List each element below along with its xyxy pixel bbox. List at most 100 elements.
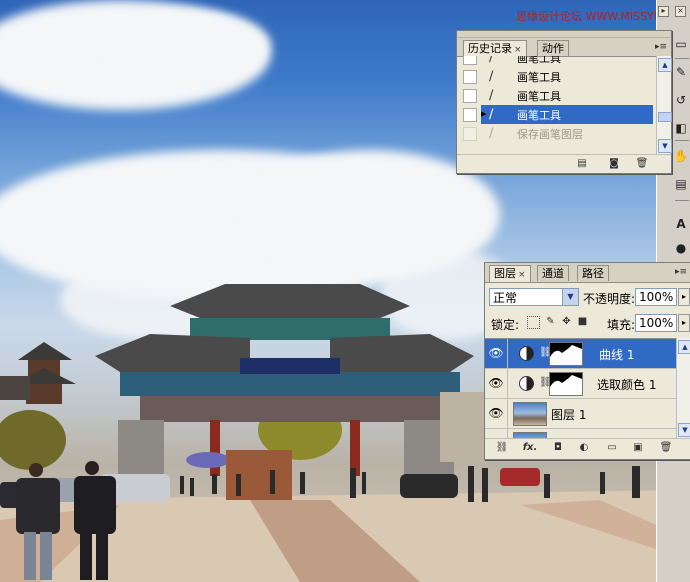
lock-pixels-icon[interactable]: ✎ (545, 316, 556, 327)
new-snapshot-icon[interactable]: ◙ (607, 158, 621, 170)
scroll-up-icon[interactable]: ▲ (678, 340, 690, 354)
snapshot-checkbox[interactable] (463, 70, 477, 84)
layer-comps-icon[interactable]: ▤ (673, 176, 689, 192)
layer-name[interactable]: 曲线 1 (599, 346, 634, 363)
brush-icon: ∕ (489, 56, 494, 65)
layers-tabs: 图层 × 通道 路径 ▸≡ (485, 263, 690, 283)
opacity-field[interactable]: 100% (635, 288, 677, 306)
tab-actions[interactable]: 动作 (537, 40, 569, 56)
trash-icon[interactable]: 🗑 (659, 442, 673, 454)
history-scrollbar[interactable]: ▲ ▼ (656, 56, 672, 154)
layer-name[interactable]: 选取颜色 1 (597, 376, 656, 393)
lock-row: 锁定: ✎ ✥ ■ 填充: 100% ▸ (485, 311, 690, 335)
scroll-thumb[interactable] (658, 112, 672, 122)
tree (0, 410, 66, 470)
brush-icon: ∕ (489, 88, 494, 103)
collapse-icon[interactable]: ▸ (658, 6, 669, 17)
selective-color-adjustment-icon (519, 376, 534, 391)
group-folder-icon[interactable]: ▭ (605, 442, 619, 454)
snapshot-checkbox[interactable] (463, 127, 477, 141)
history-footer: ▤ ◙ 🗑 (457, 154, 671, 173)
lock-position-icon[interactable]: ✥ (561, 316, 572, 327)
scroll-up-icon[interactable]: ▲ (658, 58, 672, 72)
layer-name[interactable]: 图层 1 (551, 406, 586, 423)
brush-icon: ∕ (489, 126, 494, 141)
history-item[interactable]: ∕ 画笔工具 (457, 56, 653, 67)
umbrella (186, 452, 230, 468)
snapshot-checkbox[interactable] (463, 56, 477, 65)
fill-label: 填充: (607, 318, 636, 332)
history-item[interactable]: ∕ 画笔工具 (457, 86, 653, 105)
brush-preset-icon[interactable]: ● (673, 240, 689, 256)
pen-tool-icon[interactable]: ◧ (673, 120, 689, 136)
panel-menu-icon[interactable]: ▸≡ (655, 42, 667, 52)
brush-icon: ∕ (489, 69, 494, 84)
history-list: ∕ 画笔工具 ∕ 画笔工具 ∕ 画笔工具 ∕ 画笔工具 ▸ ∕ 保存画笔图层 (457, 56, 671, 154)
path-select-icon[interactable]: ✋ (673, 148, 689, 164)
snapshot-checkbox[interactable] (463, 89, 477, 103)
brush-icon: ∕ (489, 107, 494, 122)
layer-mask-thumbnail[interactable] (549, 372, 583, 396)
layers-panel: 图层 × 通道 路径 ▸≡ 正常 ▼ 不透明度: 100% ▸ 锁定: ✎ ✥ ■… (484, 262, 690, 460)
panel-menu-icon[interactable]: ▸≡ (675, 267, 687, 277)
brush-tool-icon[interactable]: ▭ (673, 36, 689, 52)
visibility-eye-icon[interactable]: 👁 (485, 369, 508, 398)
brush-tool-icon[interactable]: ✎ (673, 64, 689, 80)
visibility-eye-icon[interactable]: 👁 (485, 399, 508, 428)
divider (675, 58, 689, 59)
layers-list: 👁 ⛓ 曲线 1 👁 ⛓ 选取颜色 1 👁 图层 1 👁 背景 (485, 338, 690, 439)
history-item[interactable]: ∕ 画笔工具 (457, 67, 653, 86)
stall (226, 450, 292, 500)
layers-footer: ⛓ fx. ◘ ◐ ▭ ▣ 🗑 (485, 438, 690, 459)
trash-icon[interactable]: 🗑 (635, 158, 649, 170)
close-icon[interactable]: × (514, 45, 522, 55)
layer-row-selective-color[interactable]: 👁 ⛓ 选取颜色 1 (485, 369, 677, 399)
history-item[interactable]: ∕ 保存画笔图层 (457, 124, 653, 143)
fill-value: 100% (639, 316, 674, 330)
tab-history[interactable]: 历史记录 × (463, 40, 527, 57)
fill-field[interactable]: 100% (635, 314, 677, 332)
history-item-selected[interactable]: ∕ 画笔工具 (481, 105, 653, 124)
close-icon[interactable]: × (675, 6, 686, 17)
history-item-label: 画笔工具 (517, 109, 561, 122)
type-tool-icon[interactable]: A (673, 216, 689, 232)
pagoda-left (0, 342, 76, 404)
tab-channels[interactable]: 通道 (537, 265, 569, 281)
blend-row: 正常 ▼ 不透明度: 100% ▸ (485, 285, 690, 309)
lock-all-icon[interactable]: ■ (577, 316, 588, 327)
layer-row-pixel[interactable]: 👁 图层 1 (485, 399, 677, 429)
mask-icon[interactable]: ◘ (551, 442, 565, 454)
close-icon[interactable]: × (518, 270, 526, 280)
new-document-from-state-icon[interactable]: ▤ (575, 158, 589, 170)
adjustment-icon[interactable]: ◐ (577, 442, 591, 454)
snapshot-checkbox[interactable] (463, 108, 477, 122)
tab-label: 历史记录 (468, 42, 512, 55)
opacity-value: 100% (639, 290, 674, 304)
opacity-label: 不透明度: (583, 292, 636, 306)
tab-label: 通道 (542, 267, 564, 280)
curves-adjustment-icon (519, 346, 534, 361)
lock-transparency-icon[interactable] (527, 316, 540, 329)
tab-label: 路径 (582, 267, 604, 280)
fill-slider-button[interactable]: ▸ (678, 314, 690, 332)
visibility-eye-icon[interactable]: 👁 (485, 339, 508, 368)
opacity-slider-button[interactable]: ▸ (678, 288, 690, 306)
fx-icon[interactable]: fx. (521, 442, 539, 454)
layer-thumbnail[interactable] (513, 402, 547, 426)
chevron-down-icon[interactable]: ▼ (562, 289, 578, 305)
panel-grip[interactable] (457, 31, 671, 38)
layer-mask-thumbnail[interactable] (549, 342, 583, 366)
scroll-down-icon[interactable]: ▼ (678, 423, 690, 437)
history-tabs: 历史记录 × 动作 ▸≡ (457, 38, 671, 57)
history-brush-icon[interactable]: ↺ (673, 92, 689, 108)
blend-mode-select[interactable]: 正常 ▼ (489, 288, 579, 306)
tab-paths[interactable]: 路径 (577, 265, 609, 281)
link-icon[interactable]: ⛓ (495, 442, 509, 454)
new-layer-icon[interactable]: ▣ (631, 442, 645, 454)
scroll-down-icon[interactable]: ▼ (658, 139, 672, 153)
layers-scrollbar[interactable]: ▲ ▼ (676, 338, 690, 438)
tab-layers[interactable]: 图层 × (489, 265, 531, 282)
layer-row-curves[interactable]: 👁 ⛓ 曲线 1 (485, 339, 677, 369)
divider (675, 200, 689, 201)
history-item-label: 保存画笔图层 (517, 128, 583, 141)
